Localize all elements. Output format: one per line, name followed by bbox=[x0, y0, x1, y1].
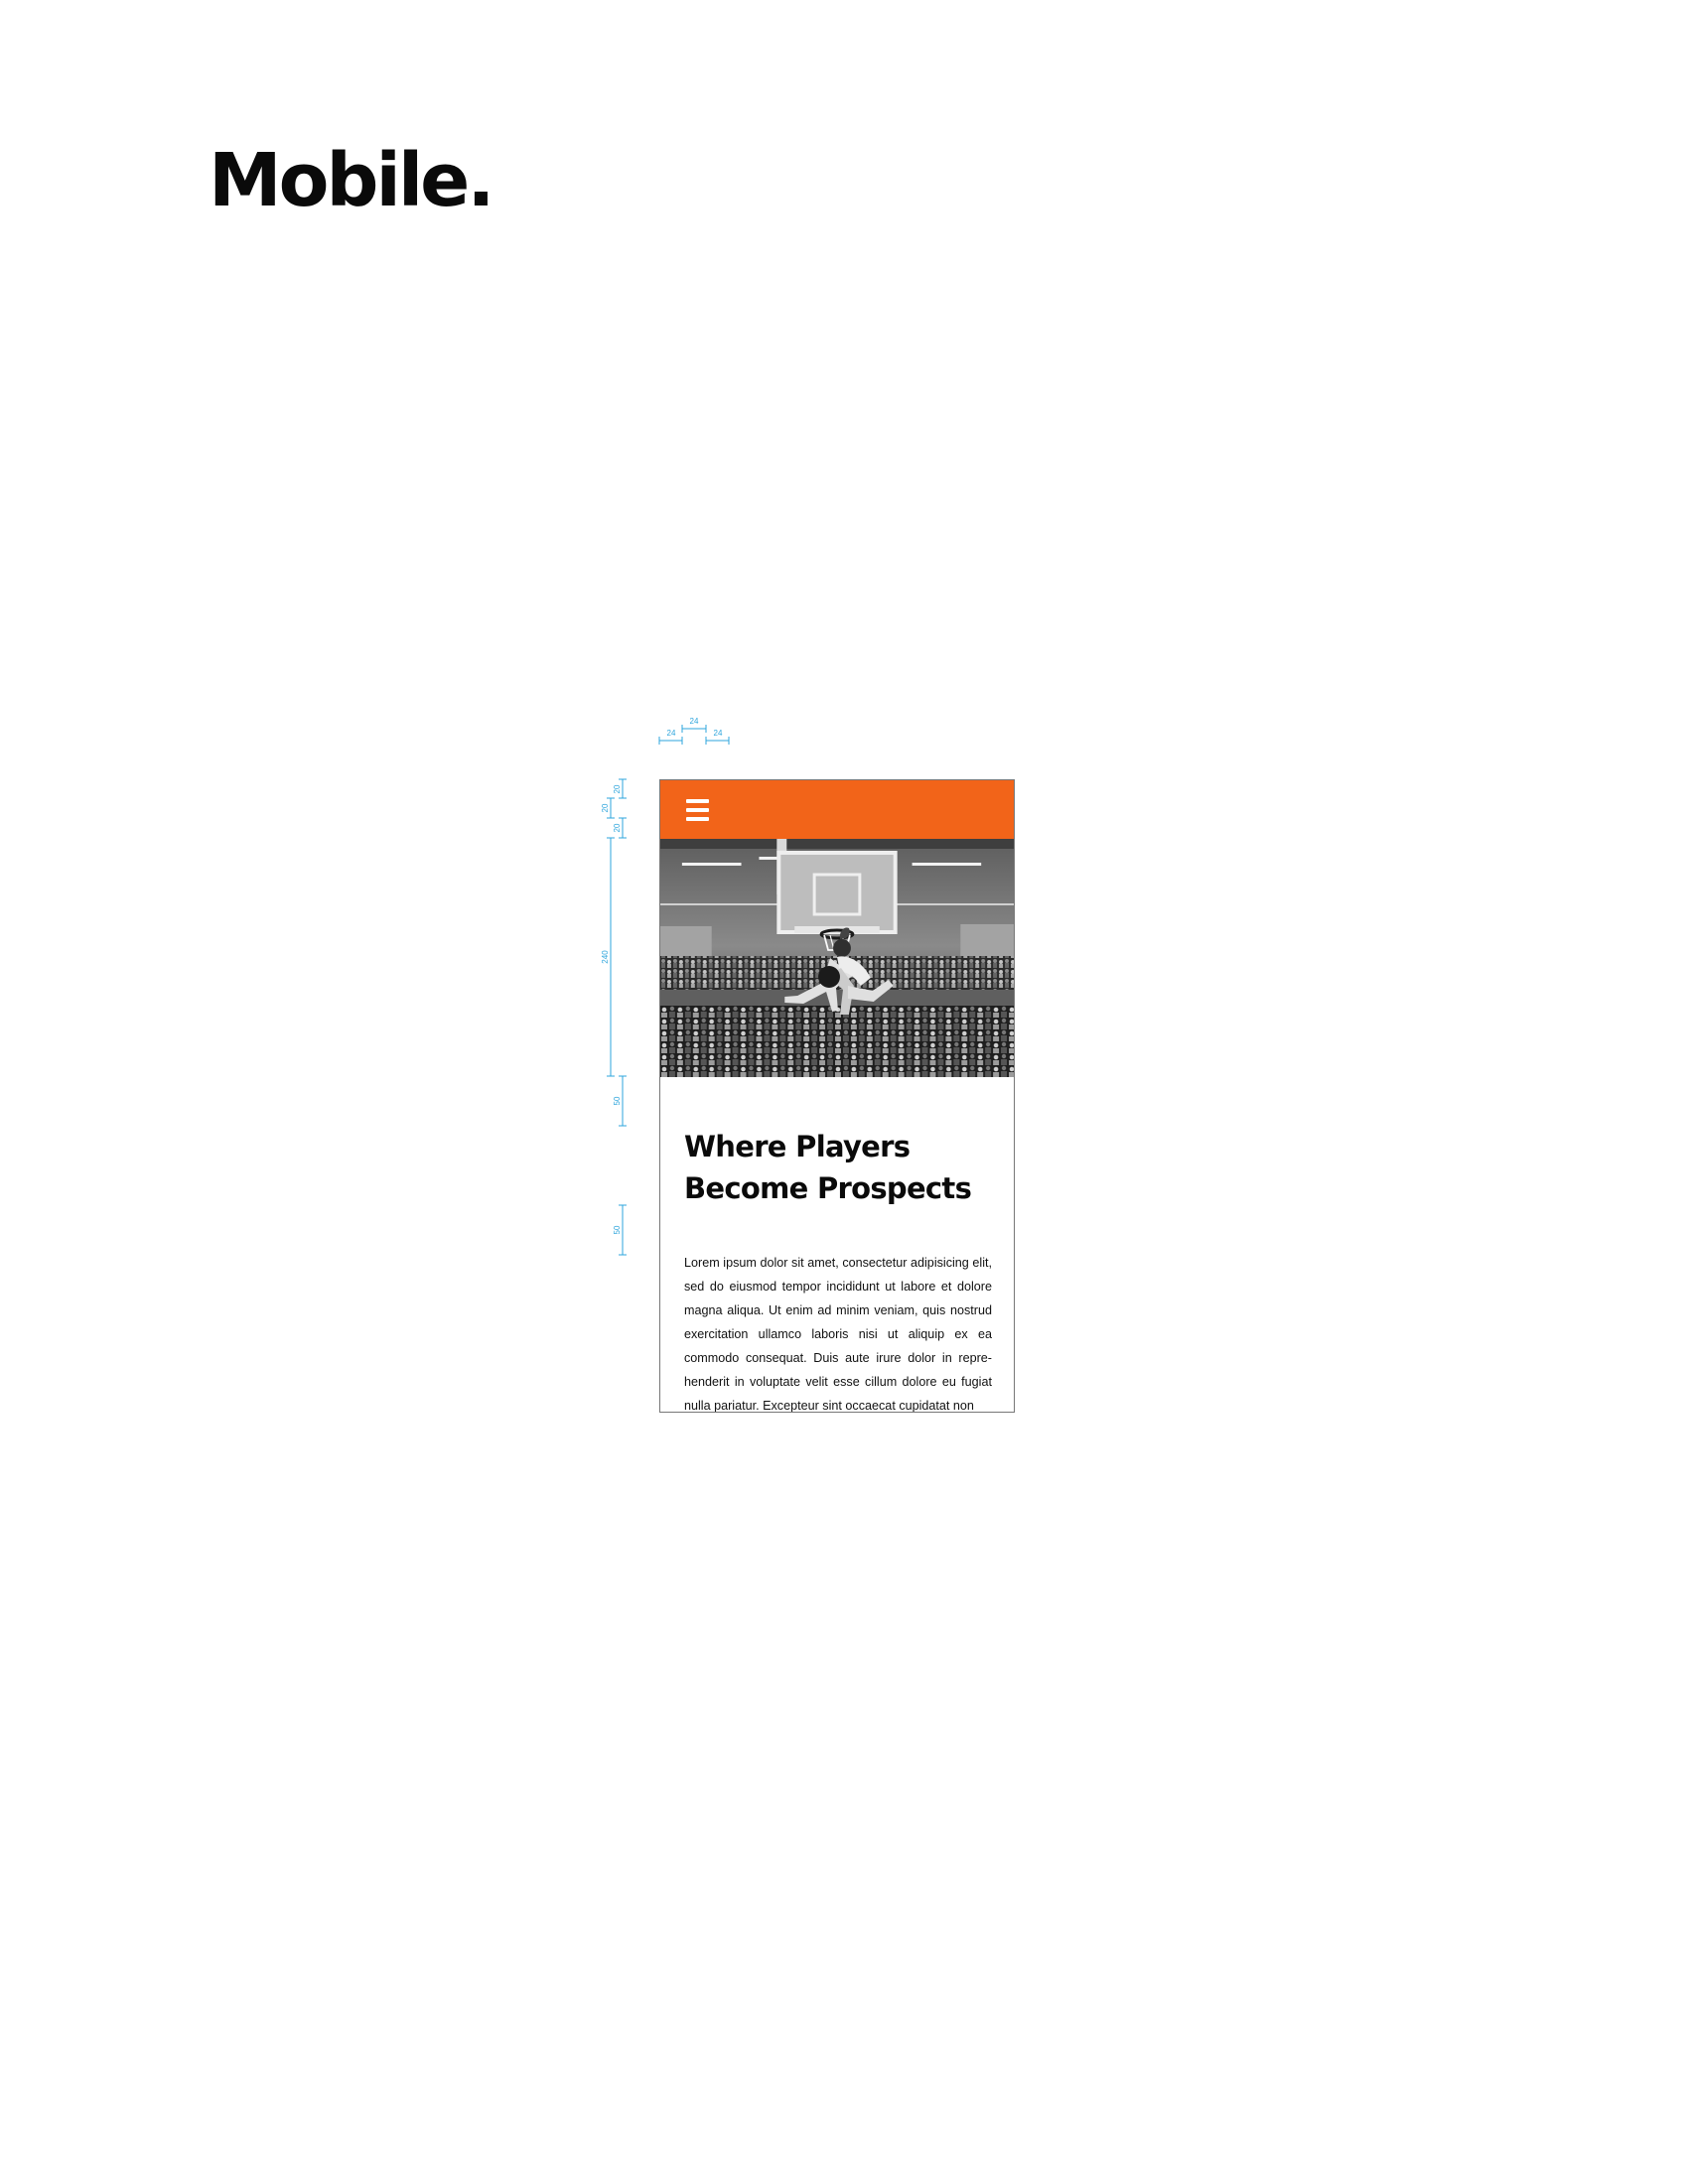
spacing-label-right: 24 bbox=[714, 729, 723, 738]
page-heading: Mobile. bbox=[209, 138, 494, 223]
mobile-header bbox=[660, 780, 1014, 839]
vertical-label-body-gap: 50 bbox=[613, 1225, 622, 1234]
hero-image bbox=[660, 839, 1014, 1077]
mobile-mockup: Where Players Become Prospects Lorem ips… bbox=[659, 779, 1015, 1413]
vertical-label-top-padding: 20 bbox=[613, 784, 622, 793]
hero-title: Where Players Become Prospects bbox=[684, 1130, 972, 1205]
spacing-label-left: 24 bbox=[667, 729, 676, 738]
vertical-label-image-height: 240 bbox=[601, 950, 610, 964]
hero-body-text: Lorem ipsum dolor sit amet, consectetur … bbox=[684, 1255, 992, 1413]
spacing-label-center: 24 bbox=[690, 717, 699, 726]
vertical-label-title-gap: 50 bbox=[613, 1096, 622, 1105]
hamburger-menu-icon[interactable] bbox=[686, 799, 709, 821]
vertical-label-icon-height: 20 bbox=[601, 803, 610, 812]
vertical-label-bottom-padding: 20 bbox=[613, 823, 622, 832]
content-area: Where Players Become Prospects Lorem ips… bbox=[684, 1127, 992, 1413]
